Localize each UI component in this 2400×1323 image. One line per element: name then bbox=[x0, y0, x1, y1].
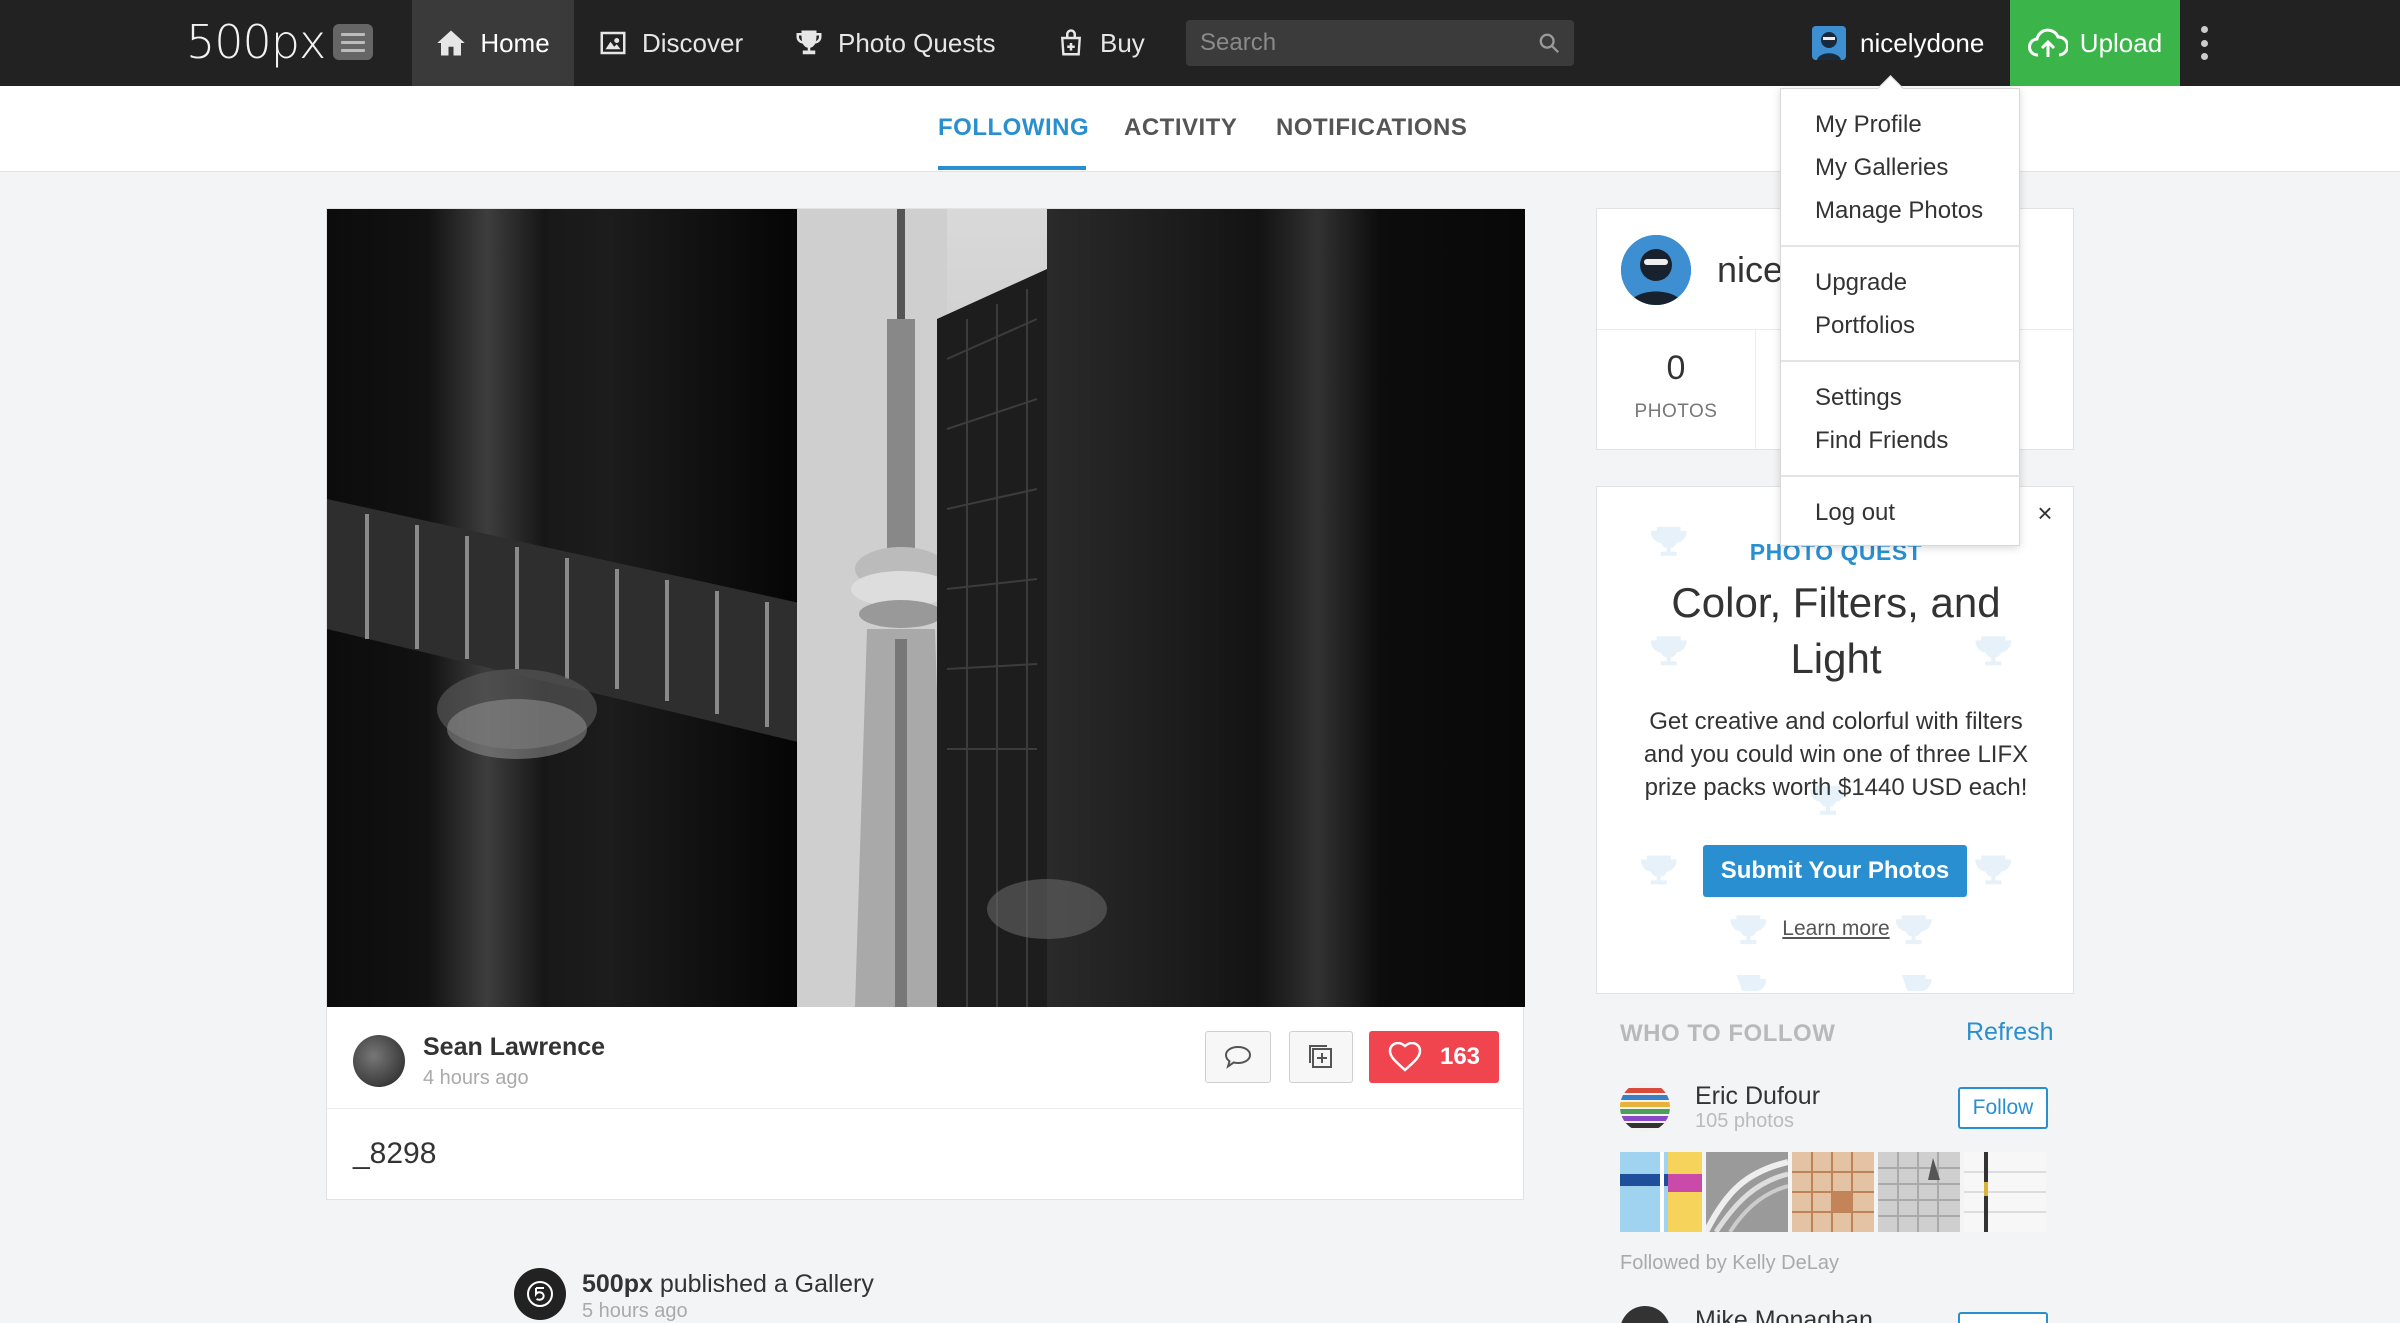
follow-button[interactable] bbox=[1958, 1312, 2048, 1323]
user-avatar-icon bbox=[1812, 26, 1846, 60]
gallery-actor[interactable]: 500px bbox=[582, 1270, 653, 1298]
search-box[interactable] bbox=[1186, 20, 1574, 66]
suggested-photo-thumb[interactable] bbox=[1620, 1152, 1702, 1232]
suggested-photo-thumb[interactable] bbox=[1706, 1152, 1788, 1232]
menu-divider bbox=[1781, 245, 2021, 247]
add-to-gallery-icon bbox=[1309, 1045, 1332, 1068]
suggested-user-avatar[interactable] bbox=[1620, 1306, 1670, 1323]
who-to-follow-header: WHO TO FOLLOW bbox=[1620, 1020, 1836, 1047]
author-avatar[interactable] bbox=[353, 1035, 405, 1087]
user-menu-trigger[interactable]: nicelydone bbox=[1812, 0, 1984, 86]
gallery-time: 5 hours ago bbox=[582, 1300, 688, 1322]
learn-more-link[interactable]: Learn more bbox=[1597, 917, 2073, 941]
photos-label: PHOTOS bbox=[1634, 401, 1718, 422]
menu-divider bbox=[1781, 475, 2021, 477]
suggested-user-avatar[interactable] bbox=[1620, 1082, 1670, 1132]
refresh-link[interactable]: Refresh bbox=[1966, 1018, 2054, 1047]
logo-text: 500px bbox=[186, 15, 326, 69]
menu-item-settings[interactable]: Settings bbox=[1815, 384, 1902, 412]
suggested-user-name[interactable]: Eric Dufour bbox=[1695, 1082, 1820, 1111]
nav-photo-quests[interactable]: Photo Quests bbox=[794, 0, 996, 86]
nav-buy-label: Buy bbox=[1100, 27, 1145, 58]
nav-home[interactable]: Home bbox=[412, 0, 574, 86]
add-to-gallery-button[interactable] bbox=[1289, 1031, 1353, 1083]
comment-icon bbox=[1224, 1045, 1252, 1069]
image-icon bbox=[600, 31, 626, 55]
menu-divider bbox=[1781, 360, 2021, 362]
menu-item-portfolios[interactable]: Portfolios bbox=[1815, 312, 1915, 340]
tab-activity[interactable]: ACTIVITY bbox=[1124, 114, 1237, 142]
feed-photo-card: Sean Lawrence 4 hours ago 163 _8298 bbox=[326, 208, 1525, 1200]
feed-tabs: FOLLOWING ACTIVITY NOTIFICATIONS bbox=[0, 86, 2400, 172]
nav-discover-label: Discover bbox=[642, 27, 744, 58]
quest-description: Get creative and colorful with filters a… bbox=[1643, 708, 2029, 801]
cloud-upload-icon bbox=[2027, 28, 2068, 57]
photos-count[interactable]: 0 bbox=[1597, 349, 1755, 388]
photo-quest-card: × PHOTO QUEST Color, Filters, and Light … bbox=[1596, 486, 2074, 994]
profile-name[interactable]: nice bbox=[1717, 249, 1783, 291]
suggested-photo-thumb[interactable] bbox=[1878, 1152, 1960, 1232]
submit-photos-button[interactable]: Submit Your Photos bbox=[1703, 845, 1967, 897]
gallery-notice-text: 500px published a Gallery bbox=[582, 1270, 874, 1299]
menu-item-my-profile[interactable]: My Profile bbox=[1815, 111, 1922, 139]
suggested-photo-thumb[interactable] bbox=[1792, 1152, 1874, 1232]
menu-item-my-galleries[interactable]: My Galleries bbox=[1815, 154, 1948, 182]
active-tab-indicator bbox=[938, 166, 1086, 170]
heart-icon bbox=[1388, 1042, 1422, 1072]
photo-author-row: Sean Lawrence 4 hours ago 163 bbox=[327, 1007, 1525, 1109]
comment-button[interactable] bbox=[1205, 1031, 1271, 1083]
nav-home-label: Home bbox=[480, 27, 550, 58]
menu-item-log-out[interactable]: Log out bbox=[1815, 499, 1895, 527]
500px-avatar[interactable] bbox=[514, 1268, 566, 1320]
photo-title[interactable]: _8298 bbox=[353, 1137, 436, 1171]
upload-label: Upload bbox=[2079, 27, 2163, 58]
user-dropdown-menu: My Profile My Galleries Manage Photos Up… bbox=[1780, 88, 2021, 546]
500px-logo[interactable]: 500px bbox=[186, 14, 374, 70]
more-options-icon[interactable] bbox=[2196, 26, 2212, 60]
nav-discover[interactable]: Discover bbox=[598, 0, 743, 86]
quest-title[interactable]: Color, Filters, and Light bbox=[1637, 575, 2035, 687]
tab-following[interactable]: FOLLOWING bbox=[938, 114, 1089, 142]
app-menu-icon[interactable] bbox=[333, 24, 374, 60]
shopping-bag-icon bbox=[1061, 29, 1081, 56]
author-name[interactable]: Sean Lawrence bbox=[423, 1033, 605, 1062]
menu-item-manage-photos[interactable]: Manage Photos bbox=[1815, 197, 1983, 225]
follow-button[interactable]: Follow bbox=[1958, 1087, 2048, 1129]
suggested-photo-thumb[interactable] bbox=[1964, 1152, 2046, 1232]
tab-notifications[interactable]: NOTIFICATIONS bbox=[1276, 114, 1467, 142]
followed-by-text: Followed by Kelly DeLay bbox=[1620, 1252, 1839, 1274]
suggested-user-name[interactable]: Mike Monaghan bbox=[1695, 1306, 1873, 1323]
menu-item-upgrade[interactable]: Upgrade bbox=[1815, 269, 1907, 297]
close-icon[interactable]: × bbox=[2033, 500, 2057, 526]
upload-button[interactable]: Upload bbox=[2010, 0, 2180, 86]
feed-photo[interactable] bbox=[327, 209, 1525, 1007]
gallery-action: published a Gallery bbox=[659, 1270, 874, 1298]
trophy-icon bbox=[796, 30, 822, 55]
stat-separator bbox=[1755, 329, 1756, 451]
post-time: 4 hours ago bbox=[423, 1067, 529, 1089]
nav-photo-quests-label: Photo Quests bbox=[838, 27, 996, 58]
like-button[interactable]: 163 bbox=[1369, 1031, 1499, 1083]
search-icon[interactable] bbox=[1538, 32, 1560, 54]
menu-item-find-friends[interactable]: Find Friends bbox=[1815, 427, 1948, 455]
profile-avatar[interactable] bbox=[1621, 235, 1691, 305]
home-icon bbox=[437, 30, 466, 56]
top-navigation-bar: 500px Home Discover Photo Quests Buy nic… bbox=[0, 0, 2400, 86]
search-input[interactable] bbox=[1200, 29, 1530, 57]
like-count: 163 bbox=[1439, 1043, 1481, 1070]
nav-buy[interactable]: Buy bbox=[1056, 0, 1145, 86]
username-label: nicelydone bbox=[1860, 27, 1985, 58]
suggested-user-photo-count: 105 photos bbox=[1695, 1110, 1794, 1132]
